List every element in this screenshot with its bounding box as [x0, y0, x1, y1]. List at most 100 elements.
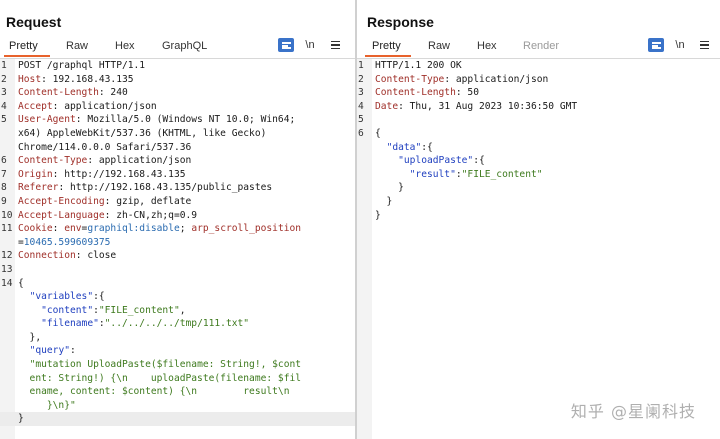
code-line: x64) AppleWebKit/537.36 (KHTML, like Gec… — [0, 127, 356, 141]
code-line: "result":"FILE_content" — [357, 168, 720, 182]
line-number: 14 — [1, 277, 13, 289]
line-number: 3 — [1, 87, 7, 99]
code-text: User-Agent: Mozilla/5.0 (Windows NT 10.0… — [18, 113, 295, 127]
code-line: 5 — [357, 113, 720, 127]
code-line: } — [357, 195, 720, 209]
code-token: Accept-Encoding — [18, 195, 105, 207]
code-line: 1 POST /graphql HTTP/1.1 — [0, 59, 356, 73]
response-editor[interactable]: 1 HTTP/1.1 200 OK 2 Content-Type: applicati… — [357, 59, 720, 439]
code-token: }\n}" — [18, 399, 76, 411]
tab-response-pretty[interactable]: Pretty — [372, 40, 401, 52]
code-text: { — [375, 127, 381, 141]
code-token: Accept — [18, 100, 53, 112]
response-menu-button[interactable] — [696, 38, 712, 52]
code-text: } — [18, 412, 24, 426]
line-number: 10 — [1, 209, 13, 221]
code-text: "filename":"../../../../tmp/111.txt" — [18, 317, 249, 331]
code-token: Cookie — [18, 223, 53, 235]
code-token: "FILE_content" — [461, 168, 543, 180]
code-text: } — [375, 195, 393, 209]
code-token: , — [179, 304, 186, 316]
code-line: ent: String!) {\n uploadPaste(filename: … — [0, 372, 356, 386]
code-token: "variables" — [29, 291, 94, 303]
code-line: "query": — [0, 344, 356, 358]
code-line: 6 Content-Type: application/json — [0, 154, 356, 168]
active-tab-indicator — [4, 55, 50, 57]
code-token: "../../../../tmp/111.txt" — [104, 318, 250, 330]
code-text: }\n}" — [18, 399, 76, 413]
tab-response-raw[interactable]: Raw — [428, 40, 450, 52]
code-token: } — [18, 413, 24, 425]
code-line: 3 Content-Length: 240 — [0, 86, 356, 100]
code-token: POST /graphql HTTP/1.1 — [18, 60, 146, 71]
tab-request-hex[interactable]: Hex — [115, 40, 135, 52]
code-line: 2 Content-Type: application/json — [357, 73, 720, 87]
code-line: 5 User-Agent: Mozilla/5.0 (Windows NT 10.… — [0, 113, 356, 127]
code-line: 13 — [0, 263, 356, 277]
code-token: Origin — [18, 168, 53, 180]
code-token: : zh-CN,zh;q=0.9 — [104, 209, 198, 221]
request-editor[interactable]: 1 POST /graphql HTTP/1.1 2 Host: 192.168.43… — [0, 59, 356, 439]
code-text: } — [375, 209, 381, 223]
code-token: HTTP/1.1 200 OK — [375, 60, 462, 71]
line-number: 1 — [358, 60, 364, 71]
code-line: 12 Connection: close — [0, 249, 356, 263]
code-token: : 192.168.43.135 — [41, 73, 134, 85]
line-number: 6 — [1, 155, 7, 167]
code-token: "query" — [29, 345, 70, 357]
code-token: Host — [18, 73, 42, 85]
request-show-newlines-button[interactable]: \n — [302, 38, 318, 52]
code-text: Content-Type: application/json — [375, 73, 548, 87]
code-token: 10465.599609375 — [23, 236, 111, 248]
code-token: "content" — [41, 304, 94, 316]
code-token: "mutation UploadPaste($filename: String!… — [29, 359, 302, 371]
code-line: }, — [0, 331, 356, 345]
code-token: }, — [18, 331, 42, 343]
line-number: 9 — [1, 195, 7, 207]
response-show-newlines-button[interactable]: \n — [672, 38, 688, 52]
code-token: ent: String!) {\n uploadPaste(filename: … — [18, 372, 302, 384]
tab-response-hex[interactable]: Hex — [477, 40, 497, 52]
tab-response-render[interactable]: Render — [523, 40, 559, 52]
code-line: "filename":"../../../../tmp/111.txt" — [0, 317, 356, 331]
code-line: Chrome/114.0.0.0 Safari/537.36 — [0, 141, 356, 155]
code-text: "data":{ — [375, 141, 433, 155]
line-number: 2 — [358, 73, 364, 85]
code-token: } — [375, 195, 393, 207]
tab-request-pretty[interactable]: Pretty — [9, 40, 38, 52]
code-line: "data":{ — [357, 141, 720, 155]
code-token: : gzip, deflate — [104, 195, 192, 207]
code-text: "content":"FILE_content", — [18, 304, 186, 318]
code-token: "FILE_content" — [98, 304, 180, 316]
request-menu-button[interactable] — [327, 38, 343, 52]
code-line: 9 Accept-Encoding: gzip, deflate — [0, 195, 356, 209]
code-text: } — [375, 181, 404, 195]
code-text: ent: String!) {\n uploadPaste(filename: … — [18, 372, 301, 386]
line-number: 5 — [1, 114, 7, 126]
code-token: : Mozilla/5.0 (Windows NT 10.0; Win64; — [75, 114, 296, 126]
line-number: 4 — [1, 100, 7, 112]
code-text: ename, content: $content) {\n result\n — [18, 385, 290, 399]
request-pane: Request Pretty Raw Hex GraphQL \n 1 POST … — [0, 0, 356, 439]
code-line: "mutation UploadPaste($filename: String!… — [0, 358, 356, 372]
code-token: env — [64, 223, 82, 235]
code-token: } — [375, 182, 404, 194]
code-line: 4 Date: Thu, 31 Aug 2023 10:36:50 GMT — [357, 100, 720, 114]
response-wrap-lines-button[interactable] — [648, 38, 664, 52]
code-text: POST /graphql HTTP/1.1 — [18, 59, 145, 73]
tab-request-raw[interactable]: Raw — [66, 40, 88, 52]
code-text: Content-Type: application/json — [18, 154, 191, 168]
line-number: 2 — [1, 73, 7, 85]
code-token: : 50 — [455, 87, 479, 99]
code-token: arp_scroll_position — [191, 223, 302, 235]
request-wrap-lines-button[interactable] — [278, 38, 294, 52]
code-text: Host: 192.168.43.135 — [18, 73, 134, 87]
tab-request-graphql[interactable]: GraphQL — [162, 40, 207, 52]
code-line: 14 { — [0, 277, 356, 291]
code-token: : 240 — [98, 87, 128, 99]
code-token: graphiql:disable — [87, 223, 180, 235]
line-number: 4 — [358, 100, 364, 112]
